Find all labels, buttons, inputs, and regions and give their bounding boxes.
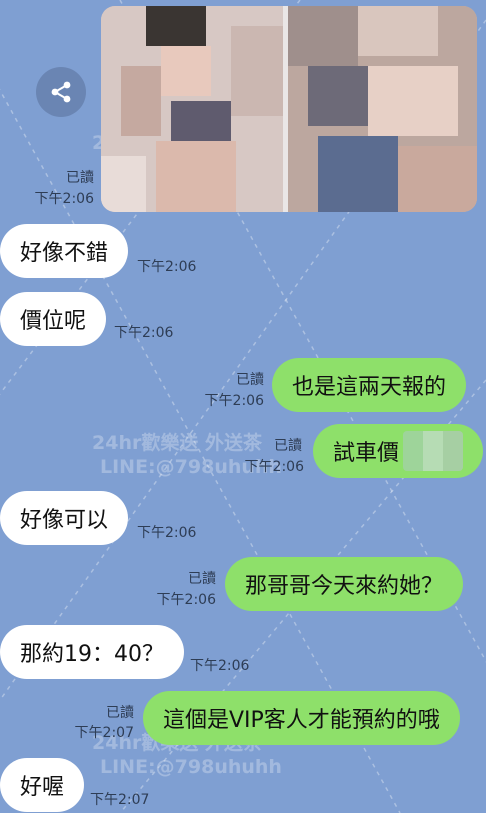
message-bubble[interactable]: 這個是VIP客人才能預約的哦 bbox=[143, 691, 460, 745]
message-bubble[interactable]: 試車價 bbox=[313, 424, 484, 478]
share-button[interactable] bbox=[36, 67, 86, 117]
share-icon bbox=[51, 81, 71, 103]
message-text: 試車價 bbox=[333, 441, 400, 466]
read-receipt: 已讀 bbox=[66, 170, 94, 186]
message-time: 下午2:06 bbox=[244, 459, 304, 475]
message-time: 下午2:07 bbox=[90, 792, 150, 808]
message-time: 下午2:07 bbox=[74, 725, 134, 741]
photo-message[interactable] bbox=[101, 6, 477, 212]
chat-area[interactable]: 24hr歡樂送 外送茶 LINE:@798uhuhh 24hr歡樂送 外送茶 L… bbox=[0, 0, 486, 813]
read-receipt: 已讀 bbox=[106, 705, 134, 721]
message-time: 下午2:06 bbox=[204, 393, 264, 409]
pixelated-photo[interactable] bbox=[101, 6, 283, 212]
message-bubble[interactable]: 好像可以 bbox=[0, 491, 129, 545]
read-receipt: 已讀 bbox=[236, 372, 264, 388]
message-time: 下午2:06 bbox=[137, 525, 197, 541]
message-time: 下午2:06 bbox=[137, 259, 197, 275]
message-bubble[interactable]: 價位呢 bbox=[0, 292, 107, 346]
read-receipt: 已讀 bbox=[274, 438, 302, 454]
message-bubble[interactable]: 也是這兩天報的 bbox=[272, 358, 467, 412]
message-bubble[interactable]: 好喔 bbox=[0, 758, 85, 812]
message-time: 下午2:06 bbox=[156, 592, 216, 608]
message-time: 下午2:06 bbox=[114, 325, 174, 341]
message-time: 下午2:06 bbox=[190, 658, 250, 674]
watermark-text: 24hr歡樂送 外送茶 bbox=[92, 432, 262, 454]
watermark-text: LINE:@798uhuhh bbox=[100, 756, 282, 778]
read-receipt: 已讀 bbox=[188, 571, 216, 587]
message-bubble[interactable]: 好像不錯 bbox=[0, 224, 129, 278]
redacted-area bbox=[403, 431, 464, 471]
pixelated-photo[interactable] bbox=[288, 6, 477, 212]
message-bubble[interactable]: 那約19：40？ bbox=[0, 625, 184, 679]
message-bubble[interactable]: 那哥哥今天來約她？ bbox=[225, 557, 464, 611]
message-time: 下午2:06 bbox=[34, 191, 94, 207]
